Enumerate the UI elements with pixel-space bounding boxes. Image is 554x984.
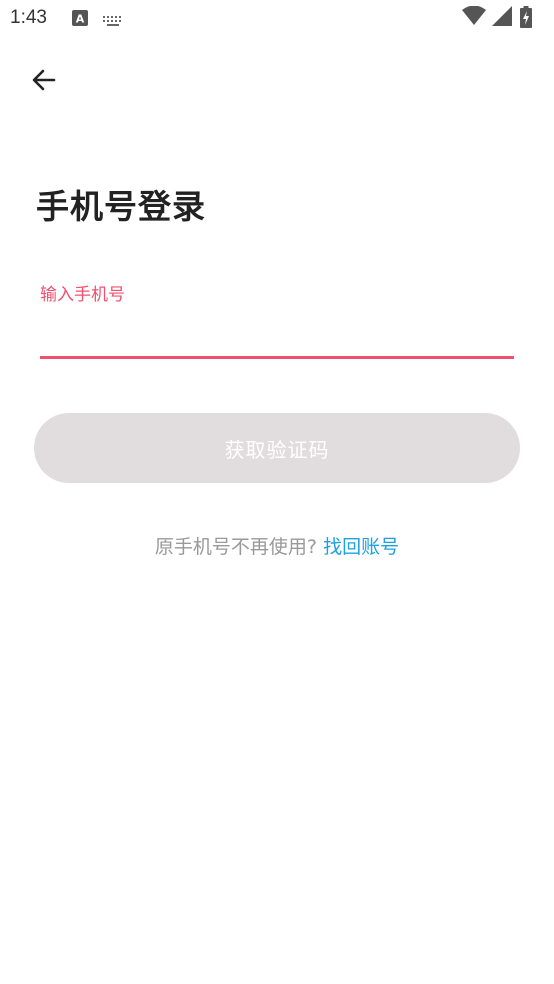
back-button[interactable] <box>22 58 66 102</box>
arrow-left-icon <box>32 69 56 91</box>
recover-account-row: 原手机号不再使用? 找回账号 <box>0 532 554 559</box>
recover-prompt: 原手机号不再使用? <box>154 536 318 558</box>
phone-field-label: 输入手机号 <box>40 285 125 305</box>
phone-input-underline <box>40 356 514 359</box>
keyboard-a-icon: A <box>72 10 88 30</box>
get-code-button[interactable]: 获取验证码 <box>34 413 520 483</box>
recover-account-link[interactable]: 找回账号 <box>323 536 399 558</box>
page-title: 手机号登录 <box>36 187 206 226</box>
keyboard-icon <box>102 12 124 31</box>
svg-text:A: A <box>76 13 85 26</box>
status-bar: 1:43 A <box>0 0 554 38</box>
battery-charging-icon <box>520 6 532 28</box>
wifi-icon <box>462 6 486 25</box>
status-time: 1:43 <box>10 7 47 28</box>
signal-icon <box>492 6 512 26</box>
phone-input[interactable] <box>40 306 514 354</box>
